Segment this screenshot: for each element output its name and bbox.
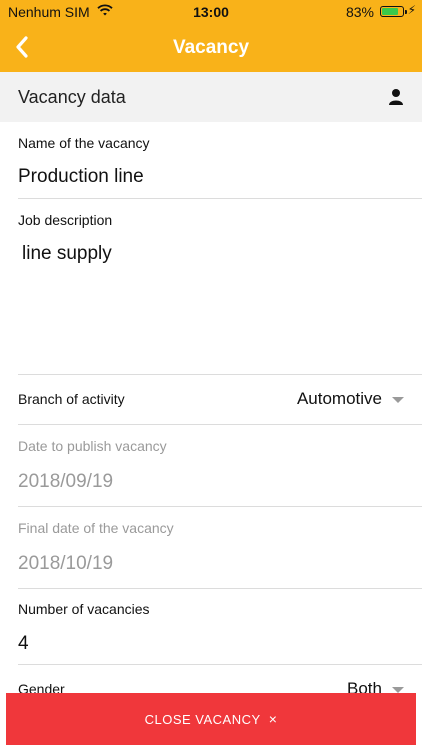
user-icon[interactable] xyxy=(386,87,406,107)
dropdown-caret-icon xyxy=(392,686,404,693)
battery-fill xyxy=(382,8,398,15)
job-description-value[interactable]: line supply xyxy=(22,243,112,265)
battery-percent: 83% xyxy=(345,4,374,20)
charging-icon: ⚡ xyxy=(407,3,416,17)
branch-select[interactable]: Automotive xyxy=(297,389,404,409)
battery-icon xyxy=(380,6,407,17)
publish-date-value: 2018/09/19 xyxy=(18,471,114,492)
final-date-field: Final date of the vacancy 2018/10/19 xyxy=(18,506,422,589)
vacancy-count-label: Number of vacancies xyxy=(18,601,150,617)
branch-value: Automotive xyxy=(296,389,382,408)
close-vacancy-button[interactable]: CLOSE VACANCY × xyxy=(6,693,416,745)
job-description-field[interactable]: Job description line supply xyxy=(18,198,422,375)
vacancy-count-value[interactable]: 4 xyxy=(18,633,29,655)
publish-date-field: Date to publish vacancy 2018/09/19 xyxy=(18,424,422,507)
section-header: Vacancy data xyxy=(0,72,422,122)
section-title: Vacancy data xyxy=(18,87,126,107)
vacancy-name-value[interactable]: Production line xyxy=(18,166,144,188)
vacancy-name-field[interactable]: Name of the vacancy Production line xyxy=(18,122,422,199)
branch-field[interactable]: Branch of activity Automotive xyxy=(18,374,422,425)
page-title: Vacancy xyxy=(172,37,250,58)
final-date-value: 2018/10/19 xyxy=(18,553,114,574)
close-icon: × xyxy=(268,711,278,727)
dropdown-caret-icon xyxy=(392,396,404,403)
publish-date-label: Date to publish vacancy xyxy=(18,438,167,454)
vacancy-name-label: Name of the vacancy xyxy=(18,135,150,151)
branch-label: Branch of activity xyxy=(18,391,125,407)
final-date-label: Final date of the vacancy xyxy=(18,520,174,536)
status-bar: Nenhum SIM 13:00 83% ⚡ xyxy=(0,0,422,24)
nav-bar: Vacancy xyxy=(0,24,422,72)
job-description-label: Job description xyxy=(18,212,113,228)
close-vacancy-label: CLOSE VACANCY xyxy=(144,712,261,727)
vacancy-count-field[interactable]: Number of vacancies 4 xyxy=(18,588,422,665)
